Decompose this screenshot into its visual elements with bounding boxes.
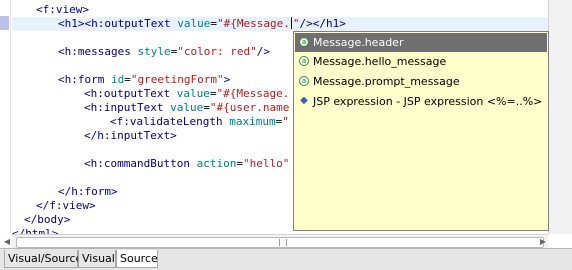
tab-visual-source[interactable]: Visual/Source [4, 250, 82, 268]
code-token-tag: </f:view> [36, 199, 96, 212]
code-token-tag: > [223, 73, 231, 86]
scroll-left-icon[interactable]: ◀ [2, 237, 12, 247]
completion-item-label: Message.header [313, 36, 404, 49]
horizontal-scrollbar[interactable]: ◀ ▶ [4, 234, 548, 249]
jsp-diamond-icon: ◆ [300, 95, 308, 106]
code-token-attr: value [177, 17, 211, 30]
code-token-txt: = [236, 157, 243, 170]
horizontal-scroll-thumb[interactable] [16, 237, 544, 248]
code-token-str: "hello" [242, 157, 290, 170]
code-token-tag: <h:form [58, 73, 111, 86]
tab-source[interactable]: Source [116, 250, 158, 268]
code-token-tag: /></h1> [299, 17, 346, 30]
completion-item-label: Message.hello_message [313, 55, 447, 68]
content-assist-popup[interactable]: a Message.header a Message.hello_message a Me… [293, 31, 549, 231]
code-token-tag: <h1><h:outputText [58, 17, 178, 30]
attribute-icon: a [299, 76, 309, 86]
code-token-tag: <f:view> [36, 3, 89, 16]
completion-item-label: JSP expression - JSP expression <%=..%> [313, 95, 543, 108]
completion-item[interactable]: a Message.prompt_message [295, 72, 547, 91]
attribute-icon: a [299, 56, 309, 66]
code-token-tag: <h:messages [58, 45, 138, 58]
vertical-scrollbar[interactable] [548, 0, 572, 234]
code-token-attr: style [137, 45, 171, 58]
code-token-txt: = [124, 73, 131, 86]
code-token-attr: action [196, 157, 237, 170]
code-token-str: "#{user.name [209, 101, 290, 114]
code-token-txt: = [203, 101, 210, 114]
code-token-attr: maximum [229, 115, 276, 128]
code-token-str: "greetingForm" [130, 73, 224, 86]
grip-icon [279, 239, 287, 246]
code-line[interactable]: <h1><h:outputText value="#{Message. "/></… [12, 17, 548, 31]
completion-item[interactable]: ◆ JSP expression - JSP expression <%=..%> [295, 92, 547, 111]
attribute-icon: a [299, 37, 309, 47]
code-token-tag: </h:form> [58, 185, 118, 198]
completion-item[interactable]: a Message.hello_message [295, 52, 547, 71]
completion-item-label: Message.prompt_message [313, 75, 460, 88]
text-caret [290, 17, 292, 29]
code-token-attr: value [170, 101, 204, 114]
code-token-tag: </body> [24, 213, 71, 226]
tab-visual[interactable]: Visual [78, 250, 116, 268]
code-token-tag: </html> [12, 227, 59, 234]
code-token-tag: <f:validateLength [110, 115, 230, 128]
code-token-str: "#{Message. [216, 87, 290, 100]
code-token-tag: /> [256, 45, 270, 58]
code-token-tag: <h:commandButton [84, 157, 197, 170]
code-token-attr: value [176, 87, 210, 100]
code-token-str: "#{Message. [216, 17, 290, 30]
code-token-tag: </h:inputText> [84, 129, 177, 142]
editor-gutter [0, 0, 11, 234]
completion-item[interactable]: a Message.header [295, 33, 547, 52]
code-token-attr: id [110, 73, 125, 86]
code-token-str: " [282, 115, 289, 128]
code-token-tag: <h:inputText [84, 101, 171, 114]
editor-tab-bar: Visual/Source Visual Source [0, 248, 572, 270]
code-line[interactable]: <f:view> [12, 3, 548, 17]
scroll-right-icon[interactable]: ▶ [538, 237, 548, 247]
current-line-marker [0, 16, 9, 30]
code-token-tag: <h:outputText [84, 87, 177, 100]
code-token-txt: = [210, 17, 217, 30]
code-token-str: "color: red" [177, 45, 257, 58]
